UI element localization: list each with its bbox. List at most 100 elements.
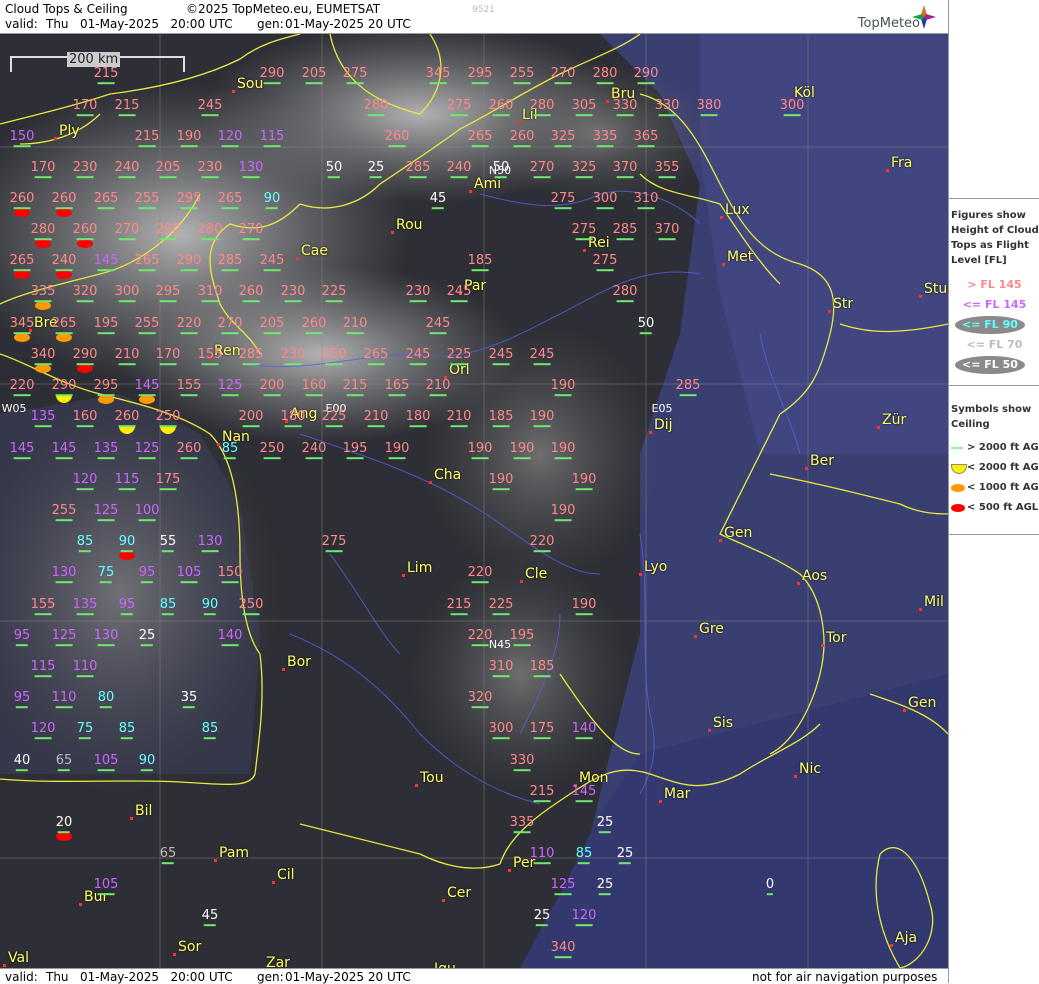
ceiling-underline [221,207,239,210]
ceiling-underline [471,82,489,85]
city-marker [469,190,472,193]
ceiling-underline [221,644,239,647]
ceiling-underline [221,332,239,335]
legend-symbol-swatch [951,447,963,449]
ceiling-underline [554,207,572,210]
city-marker [282,668,285,671]
ceiling-underline [201,363,219,366]
ceiling-underline [118,238,136,241]
ceiling-underline [471,457,489,460]
ceiling-underline [76,425,94,428]
ceiling-underline [34,363,52,366]
cloud-top-value: 145 [10,442,34,460]
ceiling-underline [471,644,489,647]
cloud-top-value: 50 [493,161,509,179]
ceiling-underline [450,425,468,428]
city-label: Ply [59,123,80,139]
city-marker [659,800,662,803]
city-label: Str [833,296,854,312]
ceiling-underline [180,394,198,397]
cloud-top-value: 165 [385,379,409,397]
cloud-top-value: 105 [177,566,201,584]
cloud-top-value: 330 [613,99,637,117]
header-bar: Cloud Tops & Ceiling ©2025 TopMeteo.eu, … [0,0,948,34]
cloud-top-value: 190 [385,442,409,460]
legend-symbol-label: < 2000 ft AGL [967,462,1039,473]
city-marker [232,90,235,93]
ceiling-underline [432,207,444,210]
ceiling-underline [346,394,364,397]
cloud-top-value: 325 [551,130,575,148]
cloud-top-value: 290 [156,223,180,241]
ceiling-underline [97,644,115,647]
ceiling-underline [201,114,219,117]
ceiling-underline [55,332,73,335]
cloud-top-value: 275 [572,223,596,241]
ceiling-underline [367,114,385,117]
cloud-top-value: 155 [198,348,222,366]
cloud-top-value: 0 [766,878,774,896]
cloud-top-value: 260 [177,442,201,460]
cloud-top-value: 130 [94,629,118,647]
cloud-top-value: 295 [156,285,180,303]
cloud-top-value: 245 [447,285,471,303]
cloud-top-value: 240 [302,442,326,460]
ceiling-underline [180,269,198,272]
ceiling-underline [55,706,73,709]
gen-label: gen: [257,17,284,31]
ceiling-underline [224,457,236,460]
ceiling-underline [554,893,572,896]
footer-valid-label: valid: [5,970,38,984]
ceiling-underline [55,519,73,522]
city-label: Cer [447,885,472,901]
ceiling-underline [578,862,590,865]
ceiling-underline [13,145,31,148]
ceiling-underline [575,800,593,803]
ceiling-underline [97,394,115,397]
cloud-top-value: 285 [676,379,700,397]
city-marker [272,881,275,884]
ceiling-underline [346,457,364,460]
satellite-map[interactable]: 200 km N50 N45 W05 E00 E05 Sou Bru Köl Lil Ply Fr… [0,34,948,968]
city-label: Dij [654,417,673,433]
ceiling-underline [637,82,655,85]
city-marker [391,231,394,234]
cloud-top-value: 65 [56,754,72,772]
city-marker [508,869,511,872]
ceiling-underline [596,269,614,272]
ceiling-underline [242,238,260,241]
ceiling-underline [554,519,572,522]
ceiling-underline [409,425,427,428]
cloud-top-value: 260 [10,192,34,210]
cloud-top-value: 320 [73,285,97,303]
legend-fl-item: <= FL 90 [955,316,1025,334]
cloud-top-value: 210 [426,379,450,397]
cloud-top-value: 205 [260,317,284,335]
ceiling-symbol [56,832,72,841]
cloud-top-value: 335 [31,285,55,303]
cloud-top-value: 190 [572,598,596,616]
legend-symbol-label: < 500 ft AGL [967,502,1039,513]
ceiling-underline [13,207,31,210]
ceiling-underline [76,300,94,303]
ceiling-underline [325,550,343,553]
cloud-top-value: 255 [510,67,534,85]
cloud-top-value: 240 [52,254,76,272]
cloud-top-value: 110 [73,660,97,678]
ceiling-underline [599,831,611,834]
cloud-top-value: 265 [218,192,242,210]
cloud-top-value: 225 [322,410,346,428]
ceiling-underline [76,176,94,179]
ceiling-underline [575,238,593,241]
ceiling-underline [492,363,510,366]
ceiling-underline [159,425,177,428]
cloud-top-value: 310 [489,660,513,678]
image-code: 9521 [472,5,495,15]
cloud-top-value: 300 [593,192,617,210]
ceiling-underline [263,332,281,335]
ceiling-underline [76,363,94,366]
cloud-top-value: 170 [73,99,97,117]
cloud-top-value: 290 [73,348,97,366]
ceiling-underline [180,457,198,460]
cloud-top-value: 145 [572,785,596,803]
